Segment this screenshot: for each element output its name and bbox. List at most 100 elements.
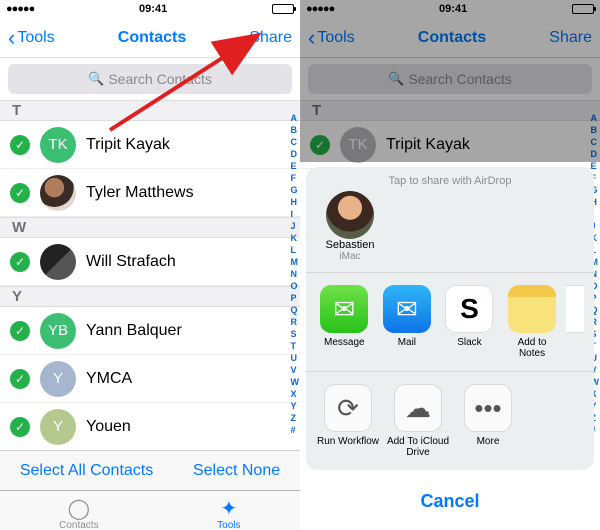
airdrop-name: Sebastien [326, 239, 375, 251]
airdrop-avatar [326, 191, 374, 239]
action-workflow[interactable]: ⟳ Run Workflow [316, 384, 380, 447]
airdrop-hint: Tap to share with AirDrop [306, 167, 594, 191]
share-button[interactable]: Share [249, 29, 292, 47]
contact-row[interactable]: ✓ YB Yann Balquer [0, 307, 300, 355]
select-all-button[interactable]: Select All Contacts [20, 462, 153, 480]
index-letter[interactable]: T [291, 340, 300, 352]
apps-row: ✉ Message ✉ Mail S Slack Add to Notes [306, 273, 594, 372]
slack-icon: S [445, 285, 493, 333]
check-icon[interactable]: ✓ [10, 252, 30, 272]
index-letter[interactable]: A [291, 112, 300, 124]
back-label: Tools [17, 29, 54, 47]
tab-label: Contacts [59, 520, 98, 530]
search-input[interactable]: 🔍 Search Contacts [8, 64, 292, 94]
index-letter[interactable]: X [291, 388, 300, 400]
action-label: Run Workflow [317, 436, 379, 447]
share-app-notes[interactable]: Add to Notes [504, 285, 561, 359]
contact-row[interactable]: ✓ Y Youen [0, 403, 300, 450]
contact-name: YMCA [86, 370, 132, 388]
icloud-icon: ☁ [394, 384, 442, 432]
index-letter[interactable]: R [291, 316, 300, 328]
share-sheet: Tap to share with AirDrop Sebastien iMac… [306, 167, 594, 524]
tab-contacts[interactable]: ◯ Contacts [59, 496, 98, 530]
message-icon: ✉ [320, 285, 368, 333]
index-letter[interactable]: V [291, 364, 300, 376]
tab-label: Tools [217, 520, 240, 530]
avatar [40, 244, 76, 280]
avatar: Y [40, 361, 76, 397]
chevron-left-icon: ‹ [8, 25, 15, 51]
action-label: More [477, 436, 500, 447]
mail-icon: ✉ [383, 285, 431, 333]
index-letter[interactable]: W [291, 376, 300, 388]
share-app-mail[interactable]: ✉ Mail [379, 285, 436, 348]
back-button[interactable]: ‹ Tools [8, 25, 55, 51]
index-letter[interactable]: # [291, 424, 300, 436]
app-label: Add to Notes [504, 337, 561, 359]
contacts-list: T ✓ TK Tripit Kayak ✓ Tyler Matthews W ✓… [0, 100, 300, 450]
action-label: Add To iCloud Drive [386, 436, 450, 458]
avatar: TK [40, 127, 76, 163]
check-icon[interactable]: ✓ [10, 369, 30, 389]
index-letter[interactable]: B [291, 124, 300, 136]
contact-row[interactable]: ✓ Will Strafach [0, 238, 300, 286]
select-none-button[interactable]: Select None [193, 462, 280, 480]
section-header-t: T [0, 100, 300, 121]
action-more[interactable]: ••• More [456, 384, 520, 447]
share-app-message[interactable]: ✉ Message [316, 285, 373, 348]
contact-row[interactable]: ✓ TK Tripit Kayak [0, 121, 300, 169]
contact-name: Yann Balquer [86, 322, 182, 340]
check-icon[interactable]: ✓ [10, 183, 30, 203]
share-card: Tap to share with AirDrop Sebastien iMac… [306, 167, 594, 470]
actions-row: ⟳ Run Workflow ☁ Add To iCloud Drive •••… [306, 372, 594, 470]
index-letter[interactable]: S [291, 328, 300, 340]
tools-icon: ✦ [217, 496, 241, 520]
contact-name: Tyler Matthews [86, 184, 194, 202]
index-letter[interactable]: E [291, 160, 300, 172]
airdrop-item[interactable]: Sebastien iMac [320, 191, 380, 262]
signal-icon: ●●●●● [6, 3, 34, 15]
index-letter[interactable]: F [291, 172, 300, 184]
contact-name: Will Strafach [86, 253, 176, 271]
index-letter[interactable]: P [291, 292, 300, 304]
contact-row[interactable]: ✓ Tyler Matthews [0, 169, 300, 217]
check-icon[interactable]: ✓ [10, 135, 30, 155]
more-icon: ••• [464, 384, 512, 432]
share-app-more[interactable] [566, 285, 584, 337]
contact-row[interactable]: ✓ Y YMCA [0, 355, 300, 403]
avatar: YB [40, 313, 76, 349]
app-icon [566, 285, 584, 333]
contact-name: Tripit Kayak [86, 136, 170, 154]
index-letter[interactable]: Z [291, 412, 300, 424]
check-icon[interactable]: ✓ [10, 321, 30, 341]
index-letter[interactable]: Q [291, 304, 300, 316]
avatar [40, 175, 76, 211]
index-letter[interactable]: I [291, 208, 300, 220]
workflow-icon: ⟳ [324, 384, 372, 432]
clock: 09:41 [139, 3, 167, 15]
app-label: Slack [457, 337, 481, 348]
index-letter[interactable]: G [291, 184, 300, 196]
index-letter[interactable]: Y [291, 400, 300, 412]
contacts-icon: ◯ [67, 496, 91, 520]
nav-bar: ‹ Tools Contacts Share [0, 18, 300, 58]
tab-tools[interactable]: ✦ Tools [217, 496, 241, 530]
index-letter[interactable]: M [291, 256, 300, 268]
check-icon[interactable]: ✓ [10, 417, 30, 437]
index-letter[interactable]: U [291, 352, 300, 364]
cancel-button[interactable]: Cancel [306, 478, 594, 524]
search-placeholder: Search Contacts [108, 71, 212, 87]
index-letter[interactable]: D [291, 148, 300, 160]
share-app-slack[interactable]: S Slack [441, 285, 498, 348]
action-icloud[interactable]: ☁ Add To iCloud Drive [386, 384, 450, 458]
index-letter[interactable]: J [291, 220, 300, 232]
index-letter[interactable]: L [291, 244, 300, 256]
index-letter[interactable]: N [291, 268, 300, 280]
index-letter[interactable]: C [291, 136, 300, 148]
modal-backdrop[interactable] [300, 0, 600, 162]
index-strip[interactable]: ABCDEFGHIJKLMNOPQRSTUVWXYZ# [291, 112, 300, 450]
index-letter[interactable]: H [291, 196, 300, 208]
status-bar: ●●●●● 09:41 [0, 0, 300, 18]
index-letter[interactable]: O [291, 280, 300, 292]
index-letter[interactable]: K [291, 232, 300, 244]
